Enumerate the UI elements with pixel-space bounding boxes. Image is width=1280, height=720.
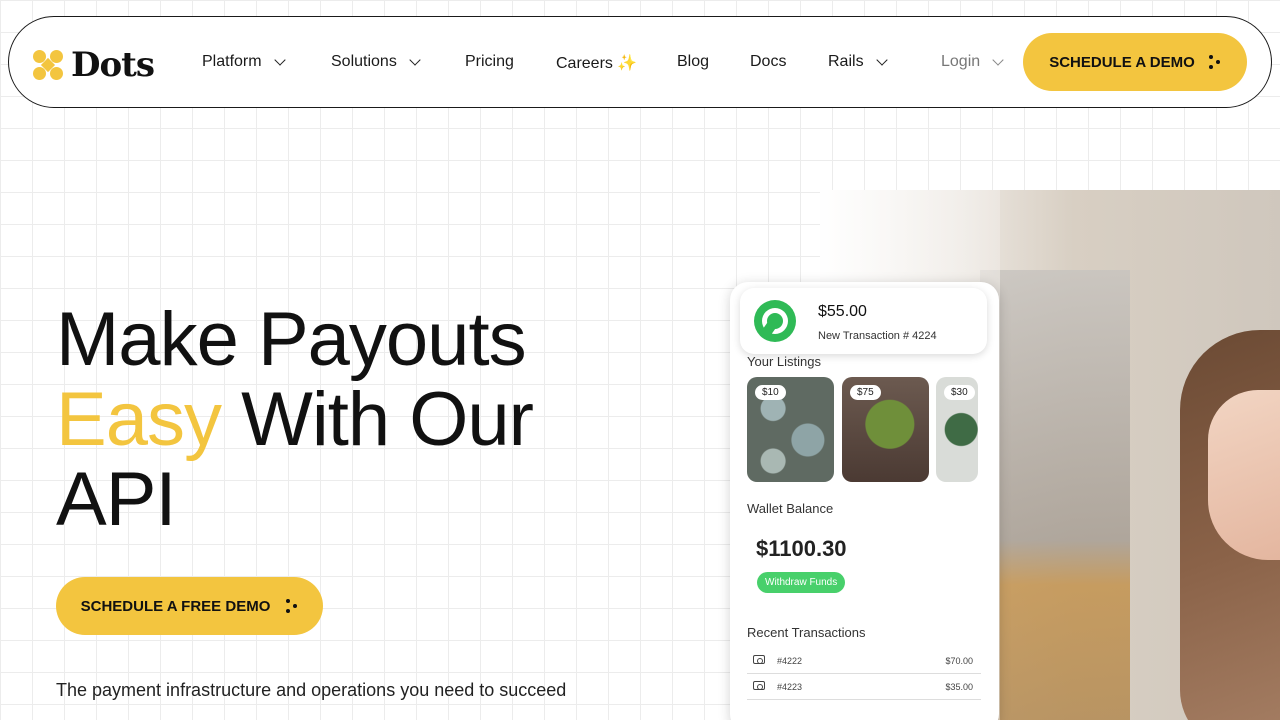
nav-blog-label: Blog [677,53,710,70]
transaction-row: #4222 $70.00 [747,648,981,674]
hero-title-accent: Easy [56,377,222,462]
nav-platform-label: Platform [202,53,262,70]
chevron-down-icon [273,54,286,66]
hero-title-line2: With Our [220,377,534,462]
schedule-free-demo-button[interactable]: SCHEDULE A FREE DEMO [56,577,323,635]
login-label: Login [941,53,981,70]
withdraw-funds-button[interactable]: Withdraw Funds [757,572,846,593]
nav-platform[interactable]: Platform [202,53,286,71]
nav-rails[interactable]: Rails [828,53,888,71]
nav-pricing[interactable]: Pricing [465,53,514,71]
nav-solutions-label: Solutions [331,53,397,70]
cash-icon [753,655,765,664]
transaction-id: #4222 [777,656,803,666]
phone-mockup: $55.00 New Transaction # 4224 Your Listi… [730,282,999,720]
dots-icon [1208,55,1221,69]
cash-icon [753,681,765,690]
recent-transactions-title: Recent Transactions [747,625,866,640]
transaction-amount: $35.00 [945,682,973,692]
wallet-balance: $1100.30 [756,536,847,561]
nav-solutions[interactable]: Solutions [331,53,421,71]
transaction-amount: $70.00 [945,656,973,666]
listing-price: $75 [850,385,881,400]
listing-card: $75 [842,377,929,482]
notification-text: New Transaction # 4224 [818,330,937,342]
chevron-down-icon [409,54,421,66]
hero-subtitle: The payment infrastructure and operation… [56,680,567,700]
dots-logo[interactable]: Dots [33,45,155,85]
schedule-demo-label: SCHEDULE A DEMO [1049,53,1195,71]
dots-icon [286,599,298,613]
hero-title: Make Payouts Easy With Our API [56,300,656,540]
nav-blog[interactable]: Blog [677,53,709,71]
transaction-row: #4223 $35.00 [747,674,981,700]
transaction-notification: $55.00 New Transaction # 4224 [740,288,987,354]
logo-text: Dots [71,45,155,85]
nav-docs[interactable]: Docs [750,53,786,71]
dots-payout-icon [754,300,796,342]
nav-careers[interactable]: Careers ✨ [556,53,637,73]
nav-docs-label: Docs [750,53,787,70]
schedule-free-demo-label: SCHEDULE A FREE DEMO [80,597,271,615]
nav-pricing-label: Pricing [465,53,514,70]
hero-title-line1: Make Payouts [56,297,527,382]
listings-title: Your Listings [747,354,821,369]
listing-price: $30 [944,385,975,400]
notification-amount: $55.00 [818,303,867,320]
nav-careers-label: Careers ✨ [556,55,638,72]
login-dropdown[interactable]: Login [941,53,1004,71]
listing-card: $30 [936,377,978,482]
chevron-down-icon [875,54,888,66]
chevron-down-icon [992,54,1004,66]
schedule-demo-button[interactable]: SCHEDULE A DEMO [1023,33,1247,91]
dots-logo-icon [33,50,63,80]
wallet-title: Wallet Balance [747,501,834,516]
nav-rails-label: Rails [828,53,864,70]
listing-card: $10 [747,377,834,482]
listing-price: $10 [755,385,786,400]
hero-title-line3: API [56,457,176,542]
transaction-id: #4223 [777,682,803,692]
top-navbar: Dots Platform Solutions Pricing Careers … [8,16,1272,108]
